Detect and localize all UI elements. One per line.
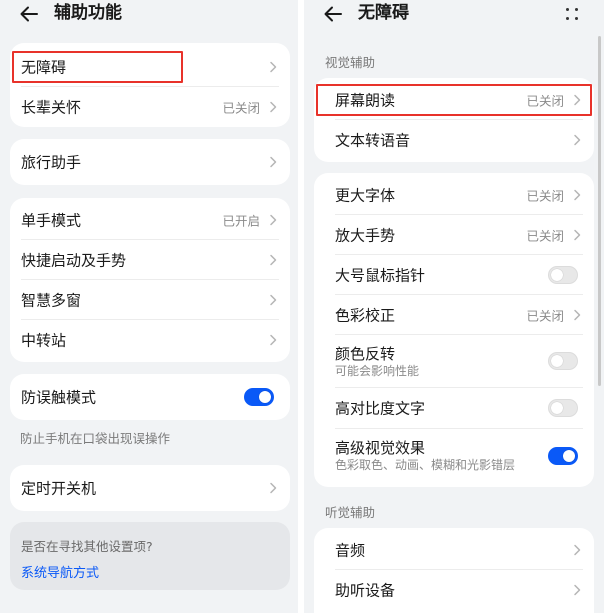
chevron-right-icon bbox=[573, 584, 581, 596]
back-arrow-icon[interactable] bbox=[18, 3, 40, 25]
row-text-to-speech[interactable]: 文本转语音 bbox=[314, 120, 594, 160]
row-travel-assistant[interactable]: 旅行助手 bbox=[10, 142, 290, 182]
row-label: 更大字体 bbox=[335, 186, 396, 205]
settings-group-vision: 更大字体 已关闭 放大手势 已关闭 大号鼠标指针 色彩校正 已关闭 颜色反转 可… bbox=[314, 173, 594, 487]
chevron-right-icon bbox=[573, 134, 581, 146]
color-inversion-toggle[interactable] bbox=[548, 352, 578, 370]
row-label: 屏幕朗读 bbox=[335, 91, 396, 110]
row-one-hand-mode[interactable]: 单手模式 已开启 bbox=[10, 200, 290, 240]
toggle-knob bbox=[563, 450, 575, 462]
row-label: 防误触模式 bbox=[21, 388, 97, 407]
row-label: 高对比度文字 bbox=[335, 399, 426, 418]
row-label: 高级视觉效果 bbox=[335, 439, 426, 457]
chevron-right-icon bbox=[573, 229, 581, 241]
page-title: 辅助功能 bbox=[54, 3, 122, 23]
advanced-visual-toggle[interactable] bbox=[548, 447, 578, 465]
chevron-right-icon bbox=[269, 334, 277, 346]
settings-group-interaction: 单手模式 已开启 快捷启动及手势 智慧多窗 中转站 bbox=[10, 198, 290, 362]
row-smart-multiwindow[interactable]: 智慧多窗 bbox=[10, 280, 290, 320]
status-value: 已开启 bbox=[222, 213, 260, 229]
toggle-knob bbox=[551, 355, 563, 367]
row-anti-mistouch: 防误触模式 bbox=[10, 377, 290, 417]
chevron-right-icon bbox=[573, 94, 581, 106]
anti-mistouch-description: 防止手机在口袋出现误操作 bbox=[20, 431, 171, 446]
status-value: 已关闭 bbox=[222, 100, 260, 116]
row-label: 音频 bbox=[335, 541, 366, 560]
back-arrow-icon[interactable] bbox=[322, 3, 344, 25]
row-large-mouse-pointer: 大号鼠标指针 bbox=[314, 255, 594, 295]
row-shortcuts-gestures[interactable]: 快捷启动及手势 bbox=[10, 240, 290, 280]
hint-question: 是否在寻找其他设置项? bbox=[21, 539, 153, 554]
row-label: 色彩校正 bbox=[335, 306, 396, 325]
anti-mistouch-toggle[interactable] bbox=[244, 388, 274, 406]
chevron-right-icon bbox=[269, 101, 277, 113]
settings-group-travel: 旅行助手 bbox=[10, 139, 290, 185]
row-screen-reader[interactable]: 屏幕朗读 已关闭 bbox=[314, 80, 594, 120]
row-high-contrast-text: 高对比度文字 bbox=[314, 388, 594, 428]
row-color-inversion: 颜色反转 可能会影响性能 bbox=[314, 335, 594, 387]
scrollbar[interactable] bbox=[598, 36, 601, 386]
row-label: 单手模式 bbox=[21, 211, 82, 230]
chevron-right-icon bbox=[573, 544, 581, 556]
row-label: 助听设备 bbox=[335, 581, 396, 600]
settings-group-hearing: 音频 助听设备 bbox=[314, 528, 594, 613]
top-bar: 无障碍 bbox=[304, 0, 604, 28]
top-bar: 辅助功能 bbox=[0, 0, 298, 28]
status-value: 已关闭 bbox=[526, 188, 564, 204]
row-larger-font[interactable]: 更大字体 已关闭 bbox=[314, 175, 594, 215]
accessibility-settings-panel: 辅助功能 无障碍 长辈关怀 已关闭 旅行助手 单手模式 已开启 快捷启动及手势 bbox=[0, 0, 298, 613]
more-options-icon[interactable] bbox=[566, 8, 580, 20]
row-sublabel: 色彩取色、动画、模糊和光影错层 bbox=[335, 458, 516, 472]
section-hearing-assist: 听觉辅助 bbox=[325, 505, 376, 520]
row-label: 长辈关怀 bbox=[21, 98, 82, 117]
settings-group-accessibility: 无障碍 长辈关怀 已关闭 bbox=[10, 43, 290, 127]
settings-group-scheduled-power: 定时开关机 bbox=[10, 465, 290, 511]
chevron-right-icon bbox=[269, 482, 277, 494]
row-label: 智慧多窗 bbox=[21, 291, 82, 310]
related-settings-hint: 是否在寻找其他设置项? 系统导航方式 bbox=[10, 522, 290, 590]
toggle-knob bbox=[551, 269, 563, 281]
row-scheduled-power[interactable]: 定时开关机 bbox=[10, 468, 290, 508]
chevron-right-icon bbox=[269, 294, 277, 306]
status-value: 已关闭 bbox=[526, 308, 564, 324]
system-navigation-link[interactable]: 系统导航方式 bbox=[21, 562, 99, 581]
section-visual-assist: 视觉辅助 bbox=[325, 55, 376, 70]
row-label: 快捷启动及手势 bbox=[21, 251, 127, 270]
row-sublabel: 可能会影响性能 bbox=[335, 364, 420, 378]
row-hearing-devices[interactable]: 助听设备 bbox=[314, 570, 594, 610]
high-contrast-toggle[interactable] bbox=[548, 399, 578, 417]
row-transfer-station[interactable]: 中转站 bbox=[10, 320, 290, 360]
settings-group-screen-reading: 屏幕朗读 已关闭 文本转语音 bbox=[314, 78, 594, 162]
chevron-right-icon bbox=[269, 214, 277, 226]
row-label: 文本转语音 bbox=[335, 131, 411, 150]
chevron-right-icon bbox=[573, 309, 581, 321]
status-value: 已关闭 bbox=[526, 93, 564, 109]
chevron-right-icon bbox=[269, 61, 277, 73]
chevron-right-icon bbox=[269, 156, 277, 168]
row-label: 大号鼠标指针 bbox=[335, 266, 426, 285]
row-label: 中转站 bbox=[21, 331, 67, 350]
row-color-correction[interactable]: 色彩校正 已关闭 bbox=[314, 295, 594, 335]
row-advanced-visual-effects: 高级视觉效果 色彩取色、动画、模糊和光影错层 bbox=[314, 429, 594, 483]
row-label: 定时开关机 bbox=[21, 479, 97, 498]
toggle-knob bbox=[259, 391, 271, 403]
row-label: 旅行助手 bbox=[21, 153, 82, 172]
chevron-right-icon bbox=[269, 254, 277, 266]
row-accessibility[interactable]: 无障碍 bbox=[10, 47, 290, 87]
row-label: 无障碍 bbox=[21, 58, 67, 77]
status-value: 已关闭 bbox=[526, 228, 564, 244]
page-title: 无障碍 bbox=[358, 3, 409, 23]
row-label: 颜色反转 bbox=[335, 345, 396, 363]
row-magnification-gesture[interactable]: 放大手势 已关闭 bbox=[314, 215, 594, 255]
row-elder-care[interactable]: 长辈关怀 已关闭 bbox=[10, 87, 290, 127]
settings-group-anti-mistouch: 防误触模式 bbox=[10, 374, 290, 420]
accessibility-detail-panel: 无障碍 视觉辅助 屏幕朗读 已关闭 文本转语音 更大字体 已关闭 放大手势 已关… bbox=[304, 0, 604, 613]
row-label: 放大手势 bbox=[335, 226, 396, 245]
toggle-knob bbox=[551, 402, 563, 414]
row-audio[interactable]: 音频 bbox=[314, 530, 594, 570]
chevron-right-icon bbox=[573, 189, 581, 201]
large-pointer-toggle[interactable] bbox=[548, 266, 578, 284]
